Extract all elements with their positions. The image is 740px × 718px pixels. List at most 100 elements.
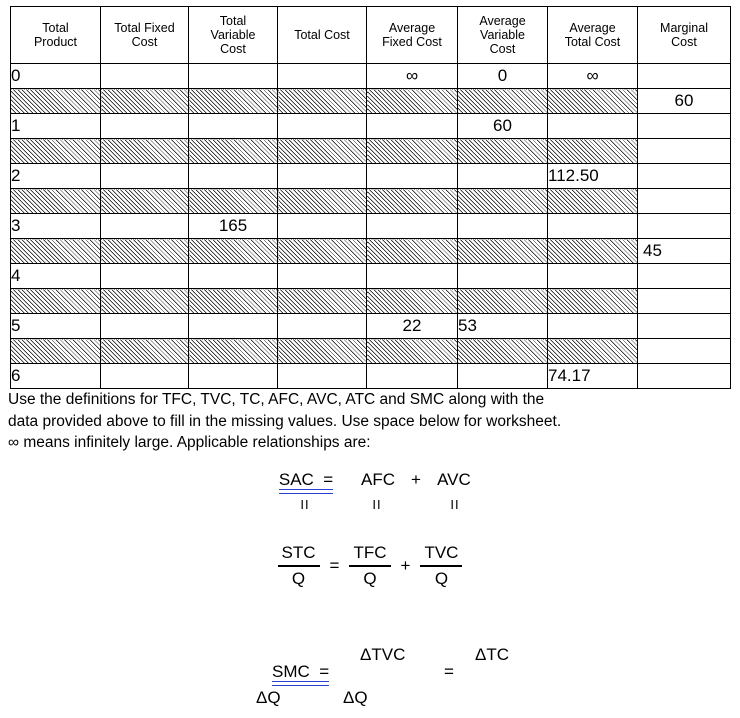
cell-total-variable-cost[interactable] xyxy=(188,313,278,339)
fraction-numerator: ΔTC xyxy=(474,645,510,664)
column-header-average-total-cost: Average Total Cost xyxy=(547,6,638,64)
cell-average-total-cost[interactable] xyxy=(547,113,638,139)
hatched-block xyxy=(100,238,189,264)
cell-average-total-cost[interactable] xyxy=(547,213,638,239)
cell-total-fixed-cost[interactable] xyxy=(100,163,189,189)
cell-average-total-cost[interactable]: ∞ xyxy=(547,63,638,89)
cell-total-product[interactable]: 5 xyxy=(10,313,101,339)
cell-average-total-cost[interactable]: 74.17 xyxy=(547,363,638,389)
cell-marginal-cost[interactable] xyxy=(637,288,731,314)
hatched-block xyxy=(457,338,548,364)
cell-average-fixed-cost[interactable] xyxy=(366,163,458,189)
hatched-block xyxy=(366,88,458,114)
cell-marginal-cost[interactable]: 45 xyxy=(637,238,731,264)
hatched-block xyxy=(457,238,548,264)
header-line: Cost xyxy=(220,42,246,56)
cell-average-variable-cost[interactable] xyxy=(457,263,548,289)
cell-marginal-cost[interactable]: 60 xyxy=(637,88,731,114)
cell-average-total-cost[interactable]: 112.50 xyxy=(547,163,638,189)
cell-total-cost[interactable] xyxy=(277,113,367,139)
cell-total-fixed-cost[interactable] xyxy=(100,113,189,139)
cell-average-variable-cost[interactable] xyxy=(457,163,548,189)
formula-sac: SAC = AFC + AVC II II II xyxy=(0,470,740,512)
hatched-block xyxy=(457,188,548,214)
cell-average-fixed-cost[interactable]: 22 xyxy=(366,313,458,339)
cell-total-product[interactable]: 2 xyxy=(10,163,101,189)
cell-total-variable-cost[interactable] xyxy=(188,263,278,289)
cell-total-product[interactable]: 3 xyxy=(10,213,101,239)
equivalence-mark-avc: II xyxy=(450,497,460,512)
hatched-block xyxy=(366,238,458,264)
cell-total-cost[interactable] xyxy=(277,263,367,289)
equivalence-mark-afc: II xyxy=(372,497,382,512)
table-row-marginal: 60 xyxy=(10,88,731,114)
fraction-bar xyxy=(349,565,391,568)
cell-average-fixed-cost[interactable] xyxy=(366,363,458,389)
cell-average-variable-cost[interactable]: 53 xyxy=(457,313,548,339)
cell-total-product[interactable]: 0 xyxy=(10,63,101,89)
cell-total-fixed-cost[interactable] xyxy=(100,63,189,89)
header-line: Average xyxy=(569,21,616,35)
table-row-marginal xyxy=(10,188,731,214)
cell-total-cost[interactable] xyxy=(277,363,367,389)
cell-average-variable-cost[interactable] xyxy=(457,213,548,239)
cell-total-fixed-cost[interactable] xyxy=(100,263,189,289)
cell-total-fixed-cost[interactable] xyxy=(100,213,189,239)
hatched-block xyxy=(10,88,101,114)
cell-total-variable-cost[interactable] xyxy=(188,163,278,189)
cell-total-cost[interactable] xyxy=(277,313,367,339)
header-line: Marginal xyxy=(660,21,708,35)
column-header-total-variable-cost: Total Variable Cost xyxy=(188,6,278,64)
cell-marginal-cost-spacer xyxy=(637,163,731,189)
cell-average-variable-cost[interactable]: 0 xyxy=(457,63,548,89)
cell-total-fixed-cost[interactable] xyxy=(100,313,189,339)
instructions-line-2: data provided above to fill in the missi… xyxy=(8,412,562,430)
cell-total-product[interactable]: 1 xyxy=(10,113,101,139)
hatched-block xyxy=(277,188,367,214)
cell-total-variable-cost[interactable]: 165 xyxy=(188,213,278,239)
cell-total-variable-cost[interactable] xyxy=(188,113,278,139)
cell-total-cost[interactable] xyxy=(277,63,367,89)
cell-average-fixed-cost[interactable] xyxy=(366,113,458,139)
hatched-block xyxy=(547,338,638,364)
header-line: Average xyxy=(388,21,436,35)
cell-marginal-cost[interactable] xyxy=(637,138,731,164)
fraction-delta-tc-over-delta-q: ΔTC xyxy=(463,645,521,665)
hatched-block xyxy=(100,88,189,114)
cell-average-fixed-cost[interactable] xyxy=(366,263,458,289)
cell-total-product[interactable]: 6 xyxy=(10,363,101,389)
cell-marginal-cost-spacer xyxy=(637,113,731,139)
cell-average-variable-cost[interactable]: 60 xyxy=(457,113,548,139)
cell-total-cost[interactable] xyxy=(277,213,367,239)
header-line: Fixed Cost xyxy=(382,35,442,49)
cell-average-variable-cost[interactable] xyxy=(457,363,548,389)
cell-total-fixed-cost[interactable] xyxy=(100,363,189,389)
header-line: Cost xyxy=(671,35,697,49)
cost-table-container: Total Product Total Fixed Cost Total Var… xyxy=(10,6,731,389)
hatched-block xyxy=(188,238,278,264)
cell-total-product[interactable]: 4 xyxy=(10,263,101,289)
fraction-tvc-over-q: TVC Q xyxy=(420,543,463,589)
formula-sac-lhs: SAC = xyxy=(278,470,334,494)
cell-total-variable-cost[interactable] xyxy=(188,363,278,389)
cell-marginal-cost[interactable] xyxy=(637,338,731,364)
cell-average-total-cost[interactable] xyxy=(547,263,638,289)
column-header-total-product: Total Product xyxy=(10,6,101,64)
instructions-paragraph: Use the definitions for TFC, TVC, TC, AF… xyxy=(8,389,734,454)
cell-total-variable-cost[interactable] xyxy=(188,63,278,89)
cell-total-cost[interactable] xyxy=(277,163,367,189)
hatched-block xyxy=(100,188,189,214)
cell-average-fixed-cost[interactable]: ∞ xyxy=(366,63,458,89)
fraction-tfc-over-q: TFC Q xyxy=(349,543,391,589)
hatched-block xyxy=(457,138,548,164)
formula-smc-label-denominator: ΔQ xyxy=(256,688,281,707)
cell-average-fixed-cost[interactable] xyxy=(366,213,458,239)
cell-marginal-cost[interactable] xyxy=(637,188,731,214)
fraction-denominator: ΔQ xyxy=(343,688,368,707)
formula-stc-plus: + xyxy=(400,556,411,576)
cell-average-total-cost[interactable] xyxy=(547,313,638,339)
hatched-block xyxy=(100,338,189,364)
equivalence-mark-sac: II xyxy=(300,497,310,512)
table-row: 4 xyxy=(10,263,731,289)
hatched-block xyxy=(100,138,189,164)
